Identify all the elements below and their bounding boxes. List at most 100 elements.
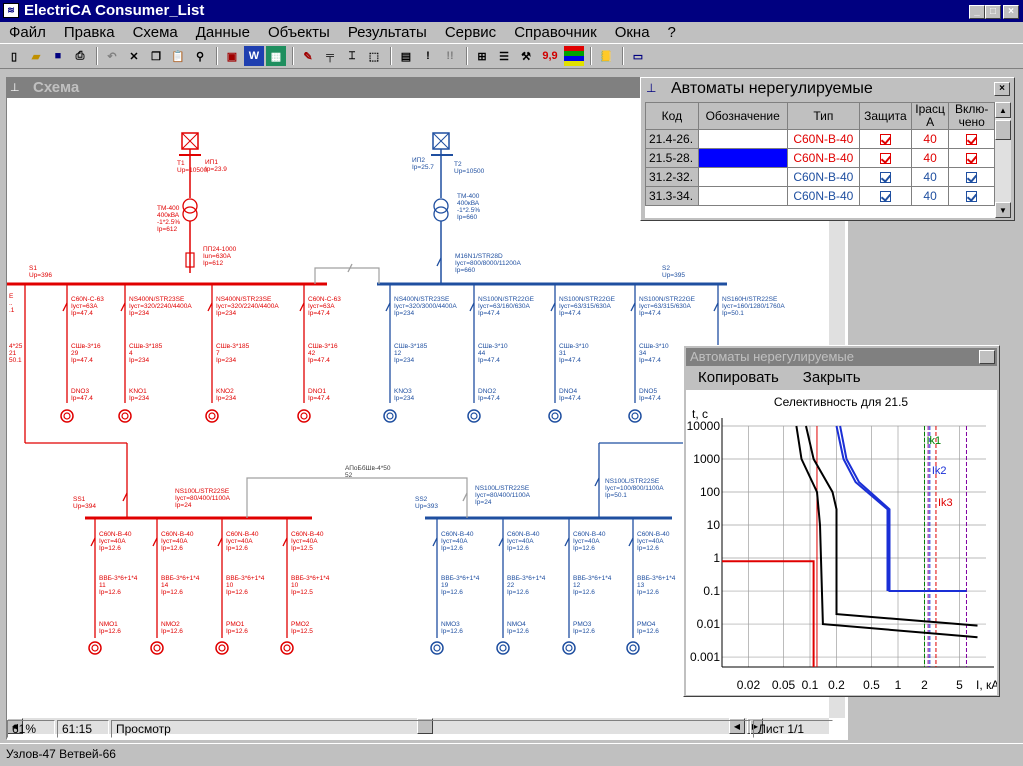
x-tick: 0.02: [737, 678, 761, 692]
menu-item-7[interactable]: Справочник: [505, 24, 606, 41]
load-5[interactable]: [467, 409, 481, 423]
load-0[interactable]: [60, 409, 74, 423]
node-icon[interactable]: ╤: [320, 46, 340, 66]
excel-export-icon[interactable]: ▦: [266, 46, 286, 66]
load-6[interactable]: [548, 409, 562, 423]
load-4[interactable]: [383, 409, 397, 423]
menu-item-5[interactable]: Результаты: [339, 24, 436, 41]
list-icon[interactable]: ☰: [494, 46, 514, 66]
copy-icon[interactable]: ❐: [146, 46, 166, 66]
undo-icon[interactable]: ↶: [102, 46, 122, 66]
load-3[interactable]: [297, 409, 311, 423]
row-enabled: [948, 186, 995, 206]
load-2[interactable]: [205, 409, 219, 423]
table-row[interactable]: 21.4-26. C60N-B-40 40: [645, 129, 995, 149]
col-header-4[interactable]: Iрасц A: [910, 102, 950, 130]
enabled-checkbox: [966, 191, 978, 203]
cut-icon[interactable]: ✕: [124, 46, 144, 66]
subload-3[interactable]: [280, 641, 294, 655]
minimize-button[interactable]: _: [969, 5, 985, 19]
feeder-load-label: DNO2 Ip=47.4: [478, 388, 500, 402]
menu-item-1[interactable]: Правка: [55, 24, 124, 41]
bus-icon[interactable]: ⌶: [342, 46, 362, 66]
subload-5[interactable]: [496, 641, 510, 655]
x-tick: 0.1: [802, 678, 819, 692]
subload-2[interactable]: [215, 641, 229, 655]
window-icon[interactable]: ▭: [628, 46, 648, 66]
book-icon[interactable]: 📒: [596, 46, 616, 66]
row-current: 40: [910, 148, 950, 168]
row-current: 40: [910, 129, 950, 149]
find-icon[interactable]: ⚲: [190, 46, 210, 66]
y-tick: 10000: [687, 419, 721, 433]
table-window-close-button[interactable]: ×: [994, 82, 1010, 96]
menu-item-8[interactable]: Окна: [606, 24, 659, 41]
table-row[interactable]: 31.3-34. C60N-B-40 40: [645, 186, 995, 206]
load-7[interactable]: [628, 409, 642, 423]
label-ip2: ИП2 Ip=25.7: [412, 157, 434, 171]
selectivity-close-button[interactable]: ×: [979, 350, 995, 364]
col-header-1[interactable]: Обозначение: [697, 102, 788, 130]
double-warning-icon[interactable]: !!: [440, 46, 460, 66]
menu-item-9[interactable]: ?: [659, 24, 685, 41]
word-export-icon[interactable]: W: [244, 46, 264, 66]
selectivity-menu-item-0[interactable]: Копировать: [686, 367, 791, 389]
subfeeder-load-label: NMO4 Ip=12.6: [507, 621, 529, 635]
table-icon[interactable]: ▤: [396, 46, 416, 66]
menu-item-0[interactable]: Файл: [0, 24, 55, 41]
load-1[interactable]: [118, 409, 132, 423]
col-header-2[interactable]: Тип: [786, 102, 861, 130]
subload-4[interactable]: [430, 641, 444, 655]
app-status-bar: Узлов-47 Ветвей-66: [0, 743, 1023, 766]
protection-checkbox: [879, 172, 891, 184]
color-bars-icon[interactable]: [564, 46, 584, 66]
selectivity-chart: Селективность для 21.5t, cI, кA0.02 0.05 0…: [686, 390, 997, 695]
transformer-tm1[interactable]: [182, 198, 198, 214]
calc-icon[interactable]: ⊞: [472, 46, 492, 66]
table-vscroll[interactable]: ▲ ▼: [995, 102, 1011, 218]
col-header-0[interactable]: Код: [645, 102, 699, 130]
print-icon[interactable]: ⎙: [70, 46, 90, 66]
table-scroll-thumb[interactable]: [995, 120, 1011, 140]
breakers-table[interactable]: Код Обозначение Тип Защита Iрасц A Вклю-чено 21…: [645, 102, 995, 218]
menu-item-2[interactable]: Схема: [124, 24, 187, 41]
menu-item-6[interactable]: Сервис: [436, 24, 505, 41]
transformer-tm2[interactable]: [433, 198, 449, 214]
col-header-3[interactable]: Защита: [859, 102, 912, 130]
table-scroll-down-arrow[interactable]: ▼: [995, 202, 1011, 218]
draw-icon[interactable]: ✎: [298, 46, 318, 66]
table-row[interactable]: 21.5-28. C60N-B-40 40: [645, 148, 995, 168]
col-header-5[interactable]: Вклю-чено: [948, 102, 995, 130]
open-folder-icon[interactable]: ▰: [26, 46, 46, 66]
new-file-icon[interactable]: ▯: [4, 46, 24, 66]
table-scroll-up-arrow[interactable]: ▲: [995, 102, 1011, 118]
select-icon[interactable]: ⬚: [364, 46, 384, 66]
y-tick: 100: [700, 485, 720, 499]
transformer-tm1-b: [182, 206, 198, 222]
maximize-button[interactable]: □: [985, 5, 1001, 19]
load-3-inner: [300, 412, 308, 420]
feeder-load-label: KNO1 Ip=234: [129, 388, 149, 402]
subfeeder-cable-label: ВВБ-3*6+1*4 19 Ip=12.6: [441, 575, 480, 596]
marker-label-Ik2: Ik2: [932, 465, 947, 477]
row-code: 31.2-32.: [645, 167, 699, 187]
subload-7[interactable]: [626, 641, 640, 655]
table-row[interactable]: 31.2-32. C60N-B-40 40: [645, 167, 995, 187]
paste-icon[interactable]: 📋: [168, 46, 188, 66]
number-format-icon[interactable]: 9,9: [538, 46, 562, 66]
menu-item-4[interactable]: Объекты: [259, 24, 339, 41]
subload-6[interactable]: [562, 641, 576, 655]
subload-1[interactable]: [150, 641, 164, 655]
subload-0[interactable]: [88, 641, 102, 655]
close-button[interactable]: ×: [1003, 5, 1019, 19]
warning-icon[interactable]: !: [418, 46, 438, 66]
feeder-load-label: DNO1 Ip=47.4: [308, 388, 330, 402]
tools-icon[interactable]: ⚒: [516, 46, 536, 66]
save-icon[interactable]: ■: [48, 46, 68, 66]
label-ss2: SS2 Up=393: [415, 496, 438, 510]
subload-2-inner: [218, 644, 226, 652]
menu-item-3[interactable]: Данные: [187, 24, 259, 41]
selectivity-menu-item-1[interactable]: Закрыть: [791, 367, 873, 389]
marker-label-Ik1: Ik1: [926, 435, 941, 447]
record-icon[interactable]: ▣: [222, 46, 242, 66]
